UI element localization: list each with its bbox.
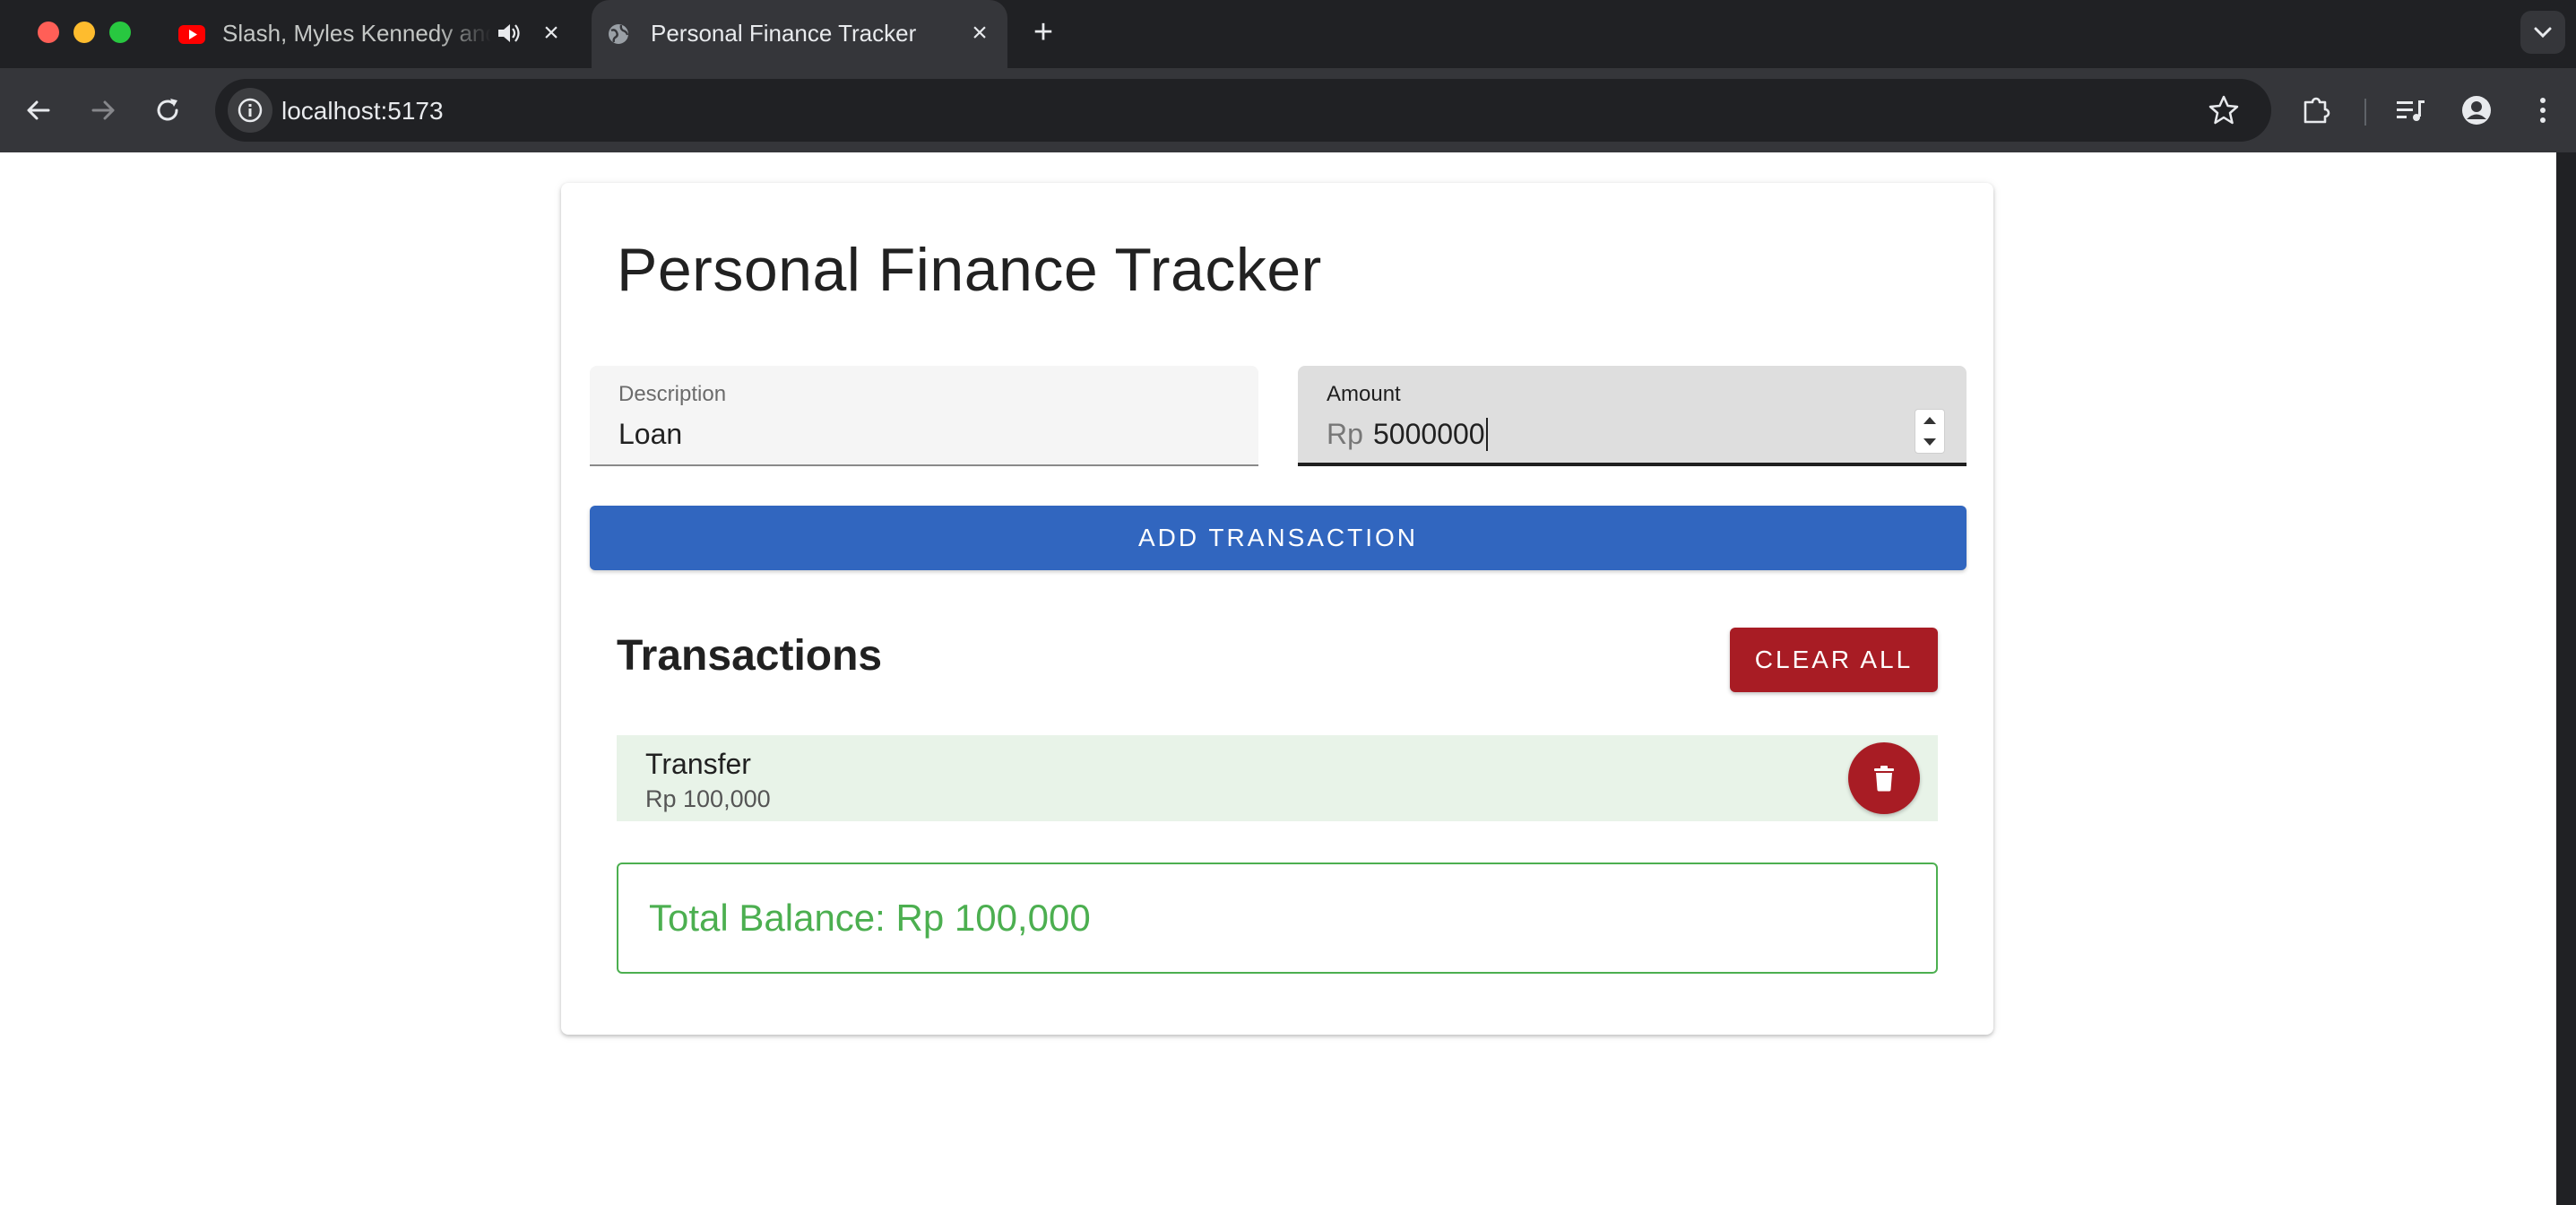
url-text: localhost:5173 [281,97,444,125]
page-viewport: Personal Finance Tracker Description Loa… [0,152,2556,1205]
address-bar[interactable]: localhost:5173 [215,79,2271,142]
browser-toolbar: localhost:5173 [0,68,2576,152]
bookmark-star-icon[interactable] [2203,90,2244,131]
window-minimize-button[interactable] [73,22,95,43]
site-info-button[interactable] [228,88,272,133]
amount-stepper[interactable] [1915,409,1945,454]
trash-icon [1874,766,1894,792]
currency-prefix: Rp [1327,418,1363,450]
total-balance-box: Total Balance: Rp 100,000 [617,863,1938,974]
back-arrow-icon[interactable] [20,91,57,129]
transactions-heading: Transactions [617,632,883,680]
close-tab-icon[interactable]: × [536,18,566,48]
description-label: Description [618,382,727,406]
browser-tab-bar: Slash, Myles Kennedy and × Personal Fina… [0,0,2576,68]
media-controls-icon[interactable] [2390,90,2431,131]
tab-search-button[interactable] [2520,11,2565,54]
youtube-icon [178,25,205,44]
chevron-down-icon [2534,27,2552,39]
globe-icon [609,24,629,44]
tab-title: Personal Finance Tracker [651,20,917,47]
tab-title: Slash, Myles Kennedy and [222,20,491,47]
clear-all-button[interactable]: CLEAR ALL [1730,628,1938,692]
transaction-amount: Rp 100,000 [645,785,771,812]
new-tab-button[interactable]: + [1027,15,1059,49]
stepper-down-icon[interactable] [1923,438,1936,446]
description-input[interactable]: Loan [618,418,682,451]
toolbar-separator [2364,99,2366,126]
extensions-puzzle-icon[interactable] [2296,90,2338,131]
page-scrollbar[interactable] [2556,152,2576,1205]
transaction-item: Transfer Rp 100,000 [617,735,1938,821]
tab-youtube[interactable]: Slash, Myles Kennedy and × [163,0,588,68]
amount-field[interactable]: Amount Rp 5000000 [1298,366,1967,466]
window-close-button[interactable] [38,22,59,43]
tab-personal-finance-tracker[interactable]: Personal Finance Tracker × [592,0,1007,68]
description-field[interactable]: Description Loan [590,366,1258,466]
info-icon [238,98,263,123]
amount-input[interactable]: 5000000 [1373,418,1488,451]
page-title: Personal Finance Tracker [617,236,1322,304]
delete-transaction-button[interactable] [1848,742,1920,814]
transaction-name: Transfer [645,748,751,780]
finance-tracker-card: Personal Finance Tracker Description Loa… [561,183,1993,1035]
forward-arrow-icon[interactable] [84,91,122,129]
speaker-icon[interactable] [495,20,522,47]
add-transaction-button[interactable]: ADD TRANSACTION [590,506,1967,570]
kebab-menu-icon[interactable] [2522,90,2563,131]
stepper-up-icon[interactable] [1923,417,1936,424]
close-tab-icon[interactable]: × [964,18,995,48]
reload-icon[interactable] [149,91,186,129]
total-balance-text: Total Balance: Rp 100,000 [649,897,1091,939]
profile-avatar-icon[interactable] [2456,90,2497,131]
amount-label: Amount [1327,382,1401,406]
window-zoom-button[interactable] [109,22,131,43]
